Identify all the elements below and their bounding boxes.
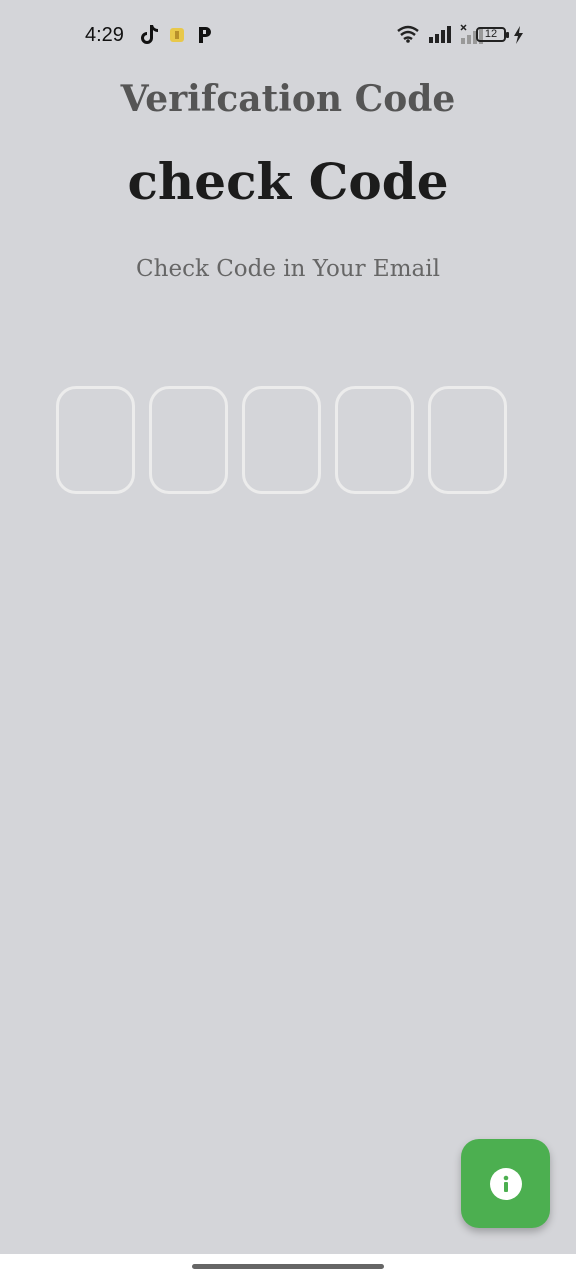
home-gesture-handle[interactable] — [192, 1264, 384, 1269]
status-bar: 4:29 12 — [0, 0, 576, 72]
code-digit-input-5[interactable] — [428, 386, 507, 494]
signal-icon — [429, 26, 451, 43]
info-icon — [489, 1167, 522, 1200]
status-left-icons — [140, 24, 214, 46]
charging-icon — [514, 26, 523, 44]
code-digit-input-3[interactable] — [242, 386, 321, 494]
navigation-bar — [0, 1254, 576, 1280]
tiktok-icon — [141, 25, 158, 44]
wifi-icon — [397, 25, 419, 43]
notification-app-icon — [170, 28, 184, 42]
code-digit-input-2[interactable] — [149, 386, 228, 494]
code-digit-input-4[interactable] — [335, 386, 414, 494]
page-subtitle: Check Code in Your Email — [136, 256, 440, 282]
status-time: 4:29 — [85, 24, 124, 46]
battery-icon: 12 — [476, 27, 509, 42]
page-heading: check Code — [127, 152, 449, 211]
page-title: Verifcation Code — [120, 78, 456, 120]
code-digit-input-1[interactable] — [56, 386, 135, 494]
info-fab-button[interactable] — [461, 1139, 550, 1228]
verification-code-input — [56, 386, 507, 494]
parking-app-icon — [199, 27, 211, 43]
